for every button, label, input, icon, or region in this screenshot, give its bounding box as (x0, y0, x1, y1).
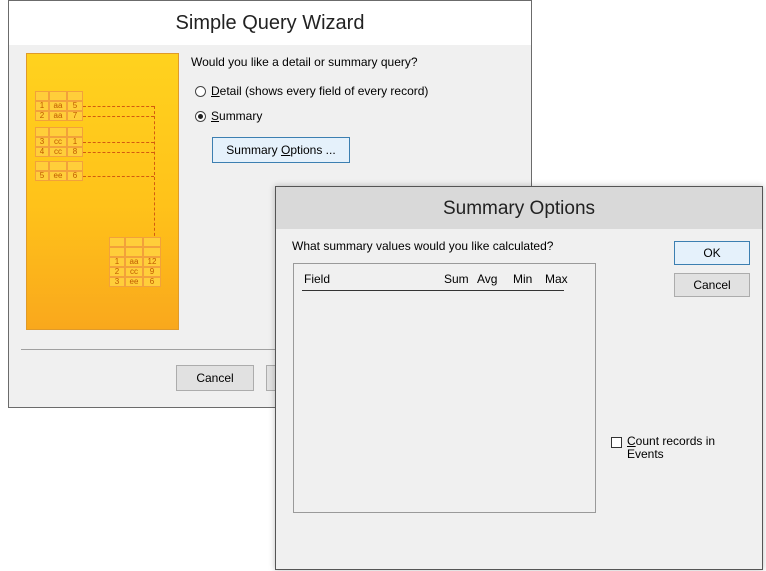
detail-option[interactable]: Detail (shows every field of every recor… (195, 84, 495, 100)
grid-cell: 12 (143, 257, 161, 267)
grid-cell: 6 (67, 171, 83, 181)
connector-line (154, 106, 155, 246)
count-records-label: Count records in Events (627, 434, 716, 461)
grid-header-cell (109, 237, 125, 247)
summary-option[interactable]: Summary (195, 109, 315, 125)
grid-header-cell (67, 91, 83, 101)
grid-cell: ee (125, 277, 143, 287)
grid-cell: 1 (109, 257, 125, 267)
column-header-rule (302, 290, 564, 291)
column-header-min: Min (513, 272, 533, 286)
summary-question: What summary values would you like calcu… (292, 239, 554, 253)
grid-cell: 2 (109, 267, 125, 277)
grid-header-cell (109, 247, 125, 257)
wizard-question: Would you like a detail or summary query… (191, 55, 418, 69)
column-header-sum: Sum (444, 272, 469, 286)
grid-header-cell (67, 161, 83, 171)
grid-header-cell (143, 237, 161, 247)
grid-header-cell (49, 91, 67, 101)
count-records-option[interactable]: Count records in Events (611, 435, 751, 465)
count-records-checkbox[interactable] (611, 437, 622, 448)
grid-header-cell (49, 127, 67, 137)
grid-cell: ee (49, 171, 67, 181)
detail-radio[interactable] (195, 86, 206, 97)
connector-line (83, 116, 154, 117)
grid-cell: 3 (109, 277, 125, 287)
wizard-illustration: 1 aa 5 2 aa 7 3 cc 1 4 cc 8 5 ee 6 1 aa 12 2 cc 9 3 ee 6 (26, 53, 179, 330)
summary-options-button[interactable]: Summary Options ... (212, 137, 350, 163)
grid-cell: 6 (143, 277, 161, 287)
grid-cell: cc (49, 137, 67, 147)
connector-line (83, 152, 154, 153)
summary-cancel-button[interactable]: Cancel (674, 273, 750, 297)
column-header-avg: Avg (477, 272, 498, 286)
summary-options-dialog: Summary Options What summary values woul… (275, 186, 763, 570)
grid-cell: 4 (35, 147, 49, 157)
grid-cell: cc (49, 147, 67, 157)
grid-cell: aa (49, 101, 67, 111)
wizard-cancel-button[interactable]: Cancel (176, 365, 254, 391)
summary-radio[interactable] (195, 111, 206, 122)
grid-cell: cc (125, 267, 143, 277)
summary-fields-panel: Field Sum Avg Min Max (293, 263, 596, 513)
detail-label: Detail (shows every field of every recor… (211, 84, 429, 98)
grid-cell: 5 (67, 101, 83, 111)
grid-header-cell (49, 161, 67, 171)
wizard-title: Simple Query Wizard (9, 1, 531, 45)
grid-header-cell (67, 127, 83, 137)
connector-line (83, 176, 154, 177)
column-header-field: Field (304, 272, 331, 286)
column-header-max: Max (545, 272, 568, 286)
grid-cell: 1 (35, 101, 49, 111)
connector-line (83, 142, 154, 143)
grid-cell: 1 (67, 137, 83, 147)
grid-cell: 5 (35, 171, 49, 181)
grid-header-cell (143, 247, 161, 257)
grid-header-cell (35, 91, 49, 101)
grid-header-cell (35, 127, 49, 137)
grid-header-cell (125, 247, 143, 257)
summary-label: Summary (211, 109, 263, 123)
grid-cell: 2 (35, 111, 49, 121)
grid-cell: 3 (35, 137, 49, 147)
grid-cell: 8 (67, 147, 83, 157)
grid-header-cell (125, 237, 143, 247)
grid-cell: 7 (67, 111, 83, 121)
ok-button[interactable]: OK (674, 241, 750, 265)
grid-cell: 9 (143, 267, 161, 277)
grid-cell: aa (49, 111, 67, 121)
summary-dialog-title: Summary Options (276, 187, 762, 229)
grid-cell: aa (125, 257, 143, 267)
connector-line (83, 106, 154, 107)
grid-header-cell (35, 161, 49, 171)
